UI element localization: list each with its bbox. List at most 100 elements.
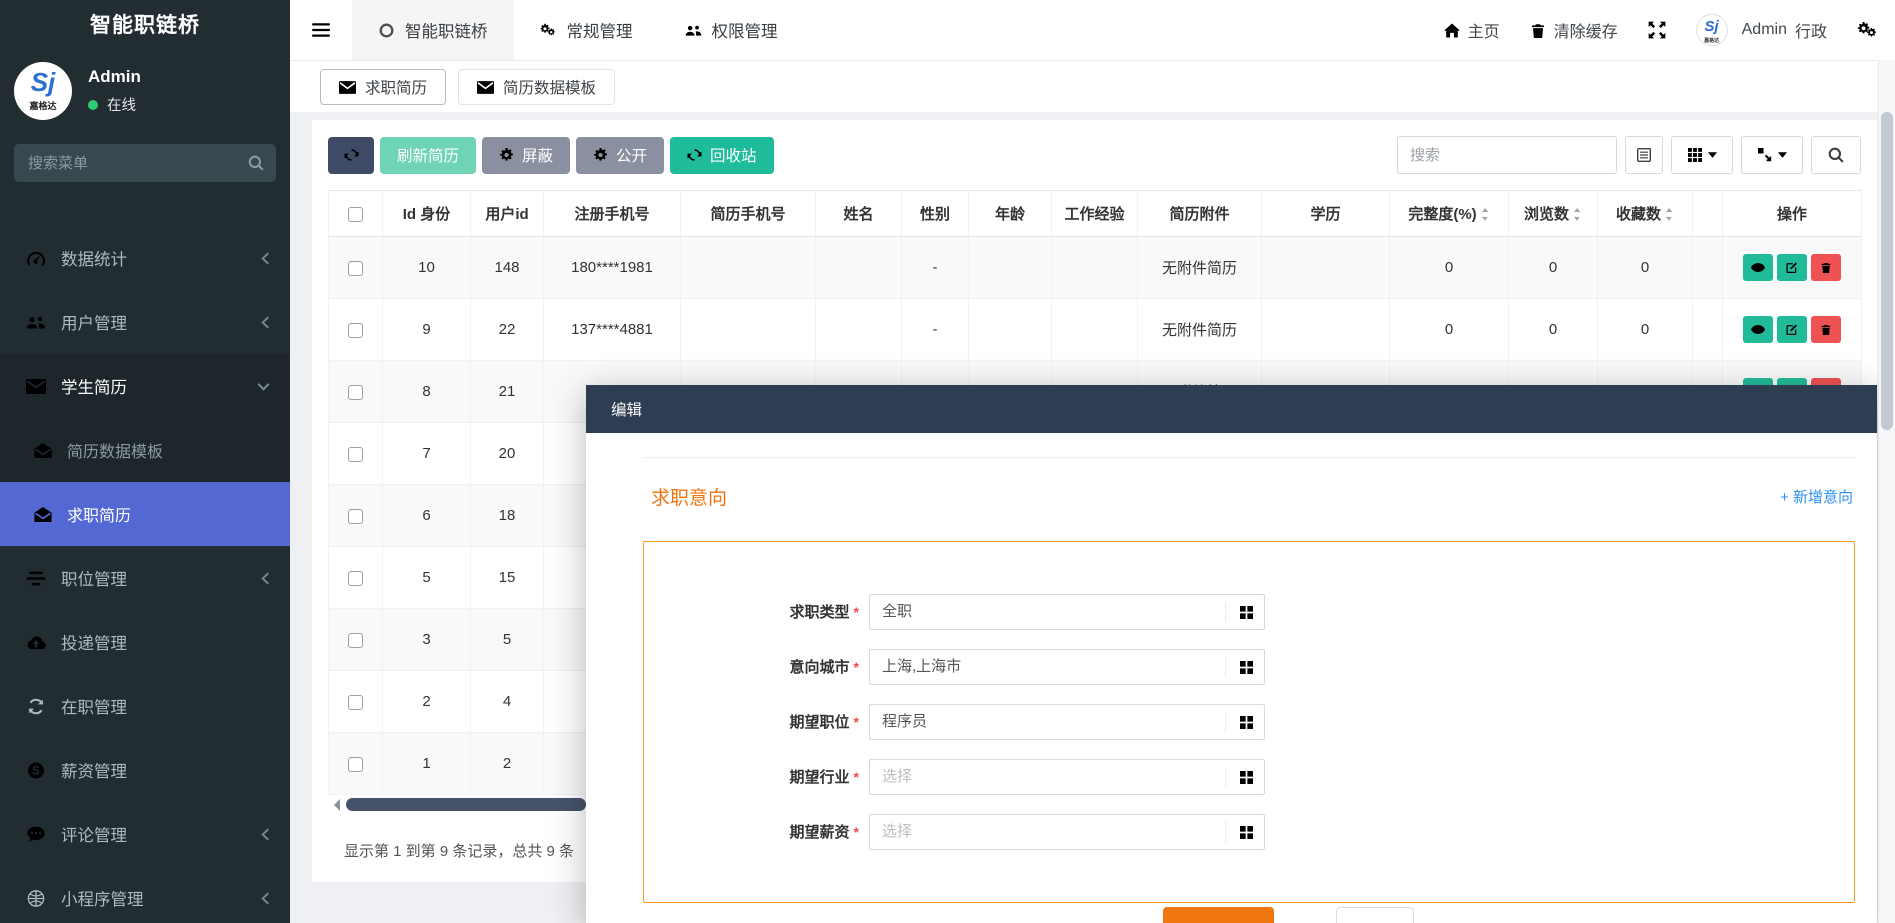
cell-id: 6	[383, 485, 471, 547]
sort-icon[interactable]	[1481, 208, 1490, 221]
row-checkbox[interactable]	[348, 509, 363, 524]
chevron-left-icon	[261, 892, 270, 905]
select-all-header	[329, 191, 383, 237]
select-all-checkbox[interactable]	[348, 207, 363, 222]
cell-uid: 20	[471, 423, 544, 485]
view-button[interactable]	[1743, 316, 1773, 343]
sidebar-item-label: 简历数据模板	[67, 438, 163, 462]
edit-button[interactable]	[1777, 254, 1807, 281]
fullscreen-button[interactable]	[1648, 21, 1666, 39]
field-label: 期望职位*	[644, 704, 859, 741]
sidebar-item-salary-management[interactable]: S薪资管理	[0, 738, 290, 802]
row-checkbox[interactable]	[348, 323, 363, 338]
tab-resume-template[interactable]: 简历数据模板	[458, 69, 615, 105]
select-field-1[interactable]: 上海,上海市	[869, 649, 1265, 685]
horizontal-scrollbar	[328, 798, 586, 811]
home-link[interactable]: 主页	[1444, 18, 1500, 42]
user-name: Admin	[88, 67, 141, 87]
detail-view-button[interactable]	[1625, 136, 1663, 174]
modal-close-button[interactable]	[1336, 907, 1414, 923]
column-header-views[interactable]: 浏览数	[1509, 191, 1598, 237]
recycle-bin-button[interactable]: 回收站	[670, 137, 774, 174]
tab-app[interactable]: 智能职链桥	[352, 0, 514, 60]
row-checkbox[interactable]	[348, 571, 363, 586]
export-button[interactable]	[1741, 136, 1803, 174]
logo-subtext: 嘉格达	[14, 102, 72, 110]
tachometer-icon	[26, 250, 46, 267]
top-navbar: 智能职链桥常规管理权限管理 主页 清除缓存 Sj 嘉格达	[290, 0, 1895, 61]
edit-button[interactable]	[1777, 316, 1807, 343]
table-toolbar: 刷新简历 屏蔽 公开 回收站	[328, 136, 1861, 174]
settings-button[interactable]	[1857, 22, 1879, 39]
row-checkbox[interactable]	[348, 757, 363, 772]
row-checkbox[interactable]	[348, 633, 363, 648]
sidebar-item-delivery-management[interactable]: 投递管理	[0, 610, 290, 674]
sidebar-item-label: 职位管理	[61, 566, 127, 590]
table-search-input[interactable]	[1397, 136, 1617, 174]
sidebar-item-resume-template[interactable]: 简历数据模板	[0, 418, 290, 482]
modal-header: 编辑	[586, 385, 1877, 433]
publish-button[interactable]: 公开	[576, 137, 664, 174]
miniapp-icon	[26, 890, 46, 907]
refresh-button[interactable]	[328, 137, 374, 174]
column-header-completeness[interactable]: 完整度(%)	[1390, 191, 1509, 237]
sidebar-item-position-management[interactable]: 职位管理	[0, 546, 290, 610]
row-checkbox[interactable]	[348, 447, 363, 462]
sidebar-item-job-resume[interactable]: 求职简历	[0, 482, 290, 546]
form-row: 意向城市*上海,上海市	[644, 649, 1854, 685]
required-star: *	[854, 824, 859, 840]
sidebar-search-input[interactable]	[14, 144, 276, 182]
cell-id: 5	[383, 547, 471, 609]
row-checkbox[interactable]	[348, 261, 363, 276]
sort-icon[interactable]	[1665, 208, 1674, 221]
delete-button[interactable]	[1811, 316, 1841, 343]
tab-permission[interactable]: 权限管理	[659, 0, 804, 60]
sidebar-item-user-management[interactable]: 用户管理	[0, 290, 290, 354]
sidebar-item-student-resume[interactable]: 学生简历	[0, 354, 290, 418]
envelope-icon	[339, 81, 356, 94]
modal-submit-button[interactable]	[1163, 907, 1274, 923]
sidebar-item-employment-management[interactable]: 在职管理	[0, 674, 290, 738]
gears-icon	[1857, 22, 1879, 39]
vertical-scrollbar-thumb[interactable]	[1881, 112, 1893, 430]
cell-experience	[1052, 237, 1138, 299]
cell-id: 2	[383, 671, 471, 733]
field-label: 期望薪资*	[644, 814, 859, 851]
row-checkbox[interactable]	[348, 385, 363, 400]
tab-general[interactable]: 常规管理	[514, 0, 659, 60]
block-button[interactable]: 屏蔽	[482, 137, 570, 174]
svg-text:S: S	[32, 765, 40, 777]
envelope-open-icon	[34, 443, 52, 458]
add-intent-link[interactable]: + 新增意向	[1780, 486, 1853, 507]
avatar[interactable]: Sj 嘉格达	[14, 62, 72, 120]
chevron-left-icon	[261, 252, 270, 265]
cell-uid: 21	[471, 361, 544, 423]
select-field-2[interactable]: 程序员	[869, 704, 1265, 740]
sidebar-item-comment-management[interactable]: 评论管理	[0, 802, 290, 866]
columns-button[interactable]	[1671, 136, 1733, 174]
sidebar-toggle-button[interactable]	[290, 0, 352, 60]
view-button[interactable]	[1743, 254, 1773, 281]
select-field-0[interactable]: 全职	[869, 594, 1265, 630]
sidebar-item-miniapp-management[interactable]: 小程序管理	[0, 866, 290, 923]
sidebar-item-data-statistics[interactable]: 数据统计	[0, 226, 290, 290]
list-detail-icon	[1637, 148, 1651, 162]
horizontal-scrollbar-thumb[interactable]	[346, 798, 586, 811]
refresh-resume-button[interactable]: 刷新简历	[380, 137, 476, 174]
delete-button[interactable]	[1811, 254, 1841, 281]
search-button[interactable]	[1811, 136, 1861, 174]
sort-icon[interactable]	[1573, 208, 1582, 221]
export-icon	[1758, 148, 1772, 162]
clear-cache-link[interactable]: 清除缓存	[1530, 18, 1618, 42]
scroll-left-icon[interactable]	[328, 799, 340, 811]
user-menu[interactable]: Sj 嘉格达 Admin 行政	[1696, 14, 1827, 46]
tab-job-resume[interactable]: 求职简历	[320, 69, 446, 105]
select-field-3[interactable]: 选择	[869, 759, 1265, 795]
cell-id: 8	[383, 361, 471, 423]
select-field-4[interactable]: 选择	[869, 814, 1265, 850]
grid-picker-icon	[1240, 771, 1253, 784]
column-header-favorites[interactable]: 收藏数	[1598, 191, 1693, 237]
column-header-attachment: 简历附件	[1138, 191, 1262, 237]
required-star: *	[854, 659, 859, 675]
row-checkbox[interactable]	[348, 695, 363, 710]
